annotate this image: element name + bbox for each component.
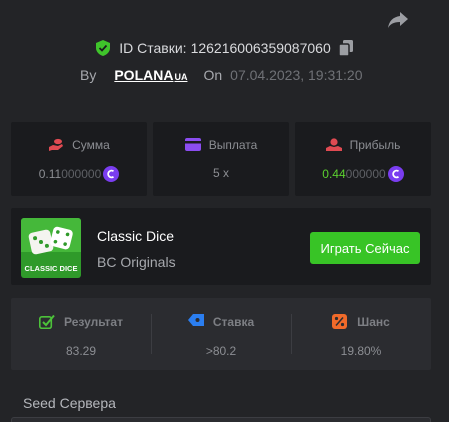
copy-icon[interactable] [338, 40, 353, 56]
profit-value-main: 0.44 [322, 167, 346, 181]
bet-datetime: 07.04.2023, 19:31:20 [230, 67, 363, 83]
bet-tag-icon [187, 314, 204, 329]
share-button[interactable] [386, 9, 410, 31]
amount-label: Сумма [72, 138, 110, 152]
on-label: On [203, 67, 223, 83]
bet-value: >80.2 [205, 344, 237, 358]
stat-profit: Прибыль 0.44 000000 [295, 122, 431, 196]
coin-icon [387, 166, 404, 182]
chance-column: Шанс 19.80% [291, 298, 431, 370]
share-icon [388, 12, 408, 28]
percent-icon [332, 314, 348, 329]
server-seed-field[interactable] [11, 417, 431, 422]
profit-label: Прибыль [349, 138, 401, 152]
stat-amount: Сумма 0.11 000000 [11, 122, 147, 196]
payout-label: Выплата [208, 138, 258, 152]
game-title[interactable]: Classic Dice [97, 228, 174, 244]
game-card: CLASSIC DICE Classic Dice BC Originals И… [11, 208, 431, 285]
game-thumb-title: CLASSIC DICE [25, 264, 78, 273]
result-label: Результат [64, 314, 123, 329]
amount-value-dim: 000000 [61, 167, 102, 181]
by-label: By [80, 67, 97, 83]
result-check-icon [39, 314, 55, 329]
server-seed-label: Seed Сервера [23, 395, 116, 411]
bet-id-label: ID Ставки: [119, 40, 187, 56]
username-text: POLANA [114, 67, 174, 83]
result-column: Результат 83.29 [11, 298, 151, 370]
bet-stats: Сумма 0.11 000000 Выплата 5 x Прибыль 0.… [11, 122, 431, 196]
username-suffix: UA [174, 72, 188, 82]
money-hand-icon [48, 138, 64, 152]
result-card: Результат 83.29 Ставка >80.2 Шанс 19.80% [11, 298, 431, 370]
amount-value-main: 0.11 [38, 167, 62, 181]
game-provider: BC Originals [97, 254, 176, 270]
play-now-button[interactable]: Играть Сейчас [310, 232, 420, 264]
result-value: 83.29 [65, 344, 97, 358]
bet-id-value: 126216006359087060 [190, 40, 331, 56]
game-thumbnail[interactable]: CLASSIC DICE [21, 218, 81, 278]
shield-check-icon [96, 40, 111, 56]
bet-label: Ставка [212, 314, 255, 329]
chance-label: Шанс [357, 314, 390, 329]
bet-id-row: ID Ставки: 126216006359087060 [0, 40, 449, 56]
payout-value: 5 x [212, 166, 229, 180]
coin-icon [103, 166, 120, 182]
profit-value-dim: 000000 [345, 167, 386, 181]
bet-column: Ставка >80.2 [151, 298, 291, 370]
profit-hand-icon [325, 138, 342, 152]
author-row: By POLANAUA On 07.04.2023, 19:31:20 [80, 67, 363, 83]
username-link[interactable]: POLANAUA [114, 67, 187, 83]
stat-payout: Выплата 5 x [153, 122, 289, 196]
chance-value: 19.80% [340, 344, 382, 358]
wallet-card-icon [184, 138, 201, 152]
